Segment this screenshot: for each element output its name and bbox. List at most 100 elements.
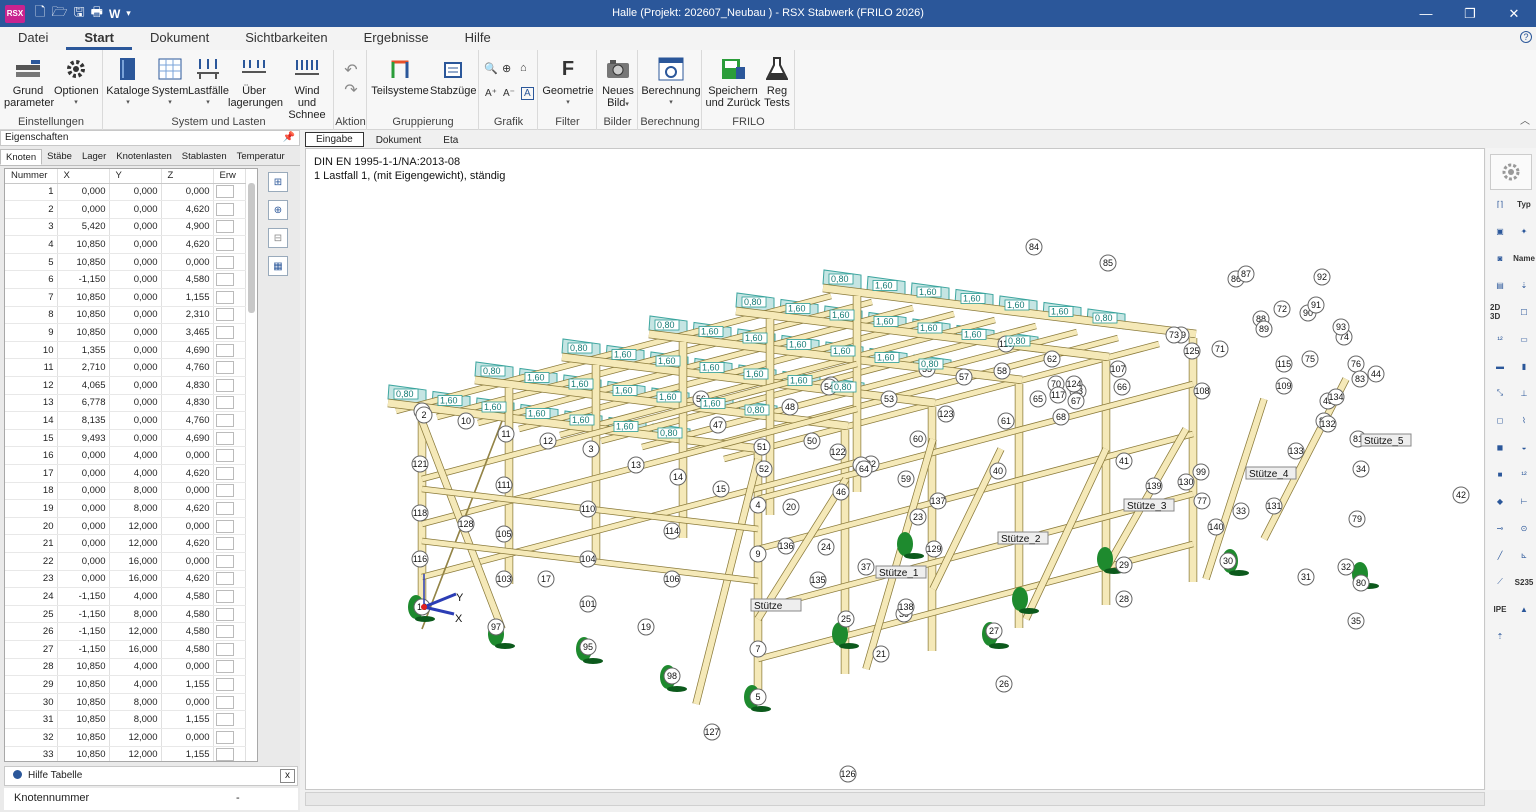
erw-cell[interactable]: [213, 411, 246, 430]
system-button[interactable]: System ▾: [150, 55, 190, 109]
2d3d-icon[interactable]: 2D 3D: [1490, 302, 1510, 322]
table-cell[interactable]: 10,850: [57, 675, 110, 694]
table-row[interactable]: 15 9,493 0,000 4,690: [5, 429, 246, 448]
erw-cell[interactable]: [213, 358, 246, 378]
tab-knotenlasten[interactable]: Knotenlasten: [111, 149, 176, 165]
table-row[interactable]: 19 0,000 8,000 4,620: [5, 499, 246, 518]
erw-cell[interactable]: [213, 622, 246, 641]
erw-checkbox[interactable]: [215, 202, 234, 216]
table-cell[interactable]: 0,000: [109, 376, 162, 395]
erw-cell[interactable]: [213, 517, 246, 536]
kataloge-button[interactable]: Kataloge ▾: [106, 55, 150, 109]
table-cell[interactable]: 4,065: [57, 376, 110, 395]
settings-icon[interactable]: [1490, 154, 1532, 190]
table-row[interactable]: 7 10,850 0,000 1,155: [5, 288, 246, 307]
table-cell[interactable]: 10,850: [57, 658, 110, 677]
section-icon[interactable]: IPE: [1490, 599, 1510, 619]
table-cell[interactable]: 1,355: [57, 341, 110, 360]
reg-tests-button[interactable]: Reg Tests: [761, 55, 793, 109]
erw-checkbox[interactable]: [215, 343, 234, 357]
tab-dokument[interactable]: Dokument: [132, 27, 227, 50]
table-cell[interactable]: 5,420: [57, 218, 110, 237]
table-cell[interactable]: -1,150: [57, 605, 110, 624]
structure-view[interactable]: DIN EN 1995-1-1/NA:2013-08 1 Lastfall 1,…: [305, 148, 1485, 790]
table-cell[interactable]: 16: [5, 446, 58, 465]
table-cell[interactable]: 2,310: [161, 306, 214, 325]
erw-checkbox[interactable]: [215, 713, 234, 727]
open-folder-icon[interactable]: 🗁: [51, 3, 67, 25]
table-row[interactable]: 11 2,710 0,000 4,760: [5, 358, 246, 378]
table-cell[interactable]: 4,580: [161, 622, 214, 641]
line-icon[interactable]: ╱: [1490, 545, 1510, 565]
font-icon[interactable]: A: [521, 87, 534, 100]
table-cell[interactable]: 1: [5, 183, 58, 202]
table-cell[interactable]: 0,000: [57, 464, 110, 483]
home-view-icon[interactable]: ⌂: [520, 62, 527, 74]
erw-checkbox[interactable]: [215, 414, 234, 428]
table-cell[interactable]: 1,155: [161, 746, 214, 761]
erw-cell[interactable]: [213, 587, 246, 606]
table-cell[interactable]: 12: [5, 376, 58, 395]
zoom-in-icon[interactable]: ⊕: [502, 62, 511, 75]
table-cell[interactable]: 0,000: [109, 253, 162, 272]
table-cell[interactable]: 25: [5, 605, 58, 624]
erw-checkbox[interactable]: [215, 361, 234, 375]
table-cell[interactable]: 4,620: [161, 499, 214, 518]
table-cell[interactable]: 1,155: [161, 710, 214, 729]
table-row[interactable]: 30 10,850 8,000 0,000: [5, 693, 246, 712]
table-cell[interactable]: 0,000: [161, 482, 214, 501]
diagram-icon[interactable]: ◒: [1514, 437, 1534, 457]
erw-checkbox[interactable]: [215, 695, 234, 709]
table-cell[interactable]: 4,620: [161, 235, 214, 254]
pin-icon[interactable]: 📌: [283, 131, 295, 145]
erw-checkbox[interactable]: [215, 501, 234, 515]
table-cell[interactable]: 8,135: [57, 411, 110, 430]
table-cell[interactable]: 0,000: [109, 341, 162, 360]
ueberlagerungen-button[interactable]: Über lagerungen: [228, 55, 283, 109]
table-row[interactable]: 4 10,850 0,000 4,620: [5, 235, 246, 254]
table-cell[interactable]: 10,850: [57, 693, 110, 712]
tab-knoten[interactable]: Knoten: [0, 149, 43, 165]
table-row[interactable]: 20 0,000 12,000 0,000: [5, 517, 246, 536]
erw-checkbox[interactable]: [215, 255, 234, 269]
table-cell[interactable]: 33: [5, 746, 58, 761]
table-cell[interactable]: 14: [5, 411, 58, 430]
erw-checkbox[interactable]: [215, 748, 234, 761]
doc-icon[interactable]: ▤: [1490, 275, 1510, 295]
structure-3d-drawing[interactable]: 1234579101112131415161719202122232425262…: [306, 149, 1485, 790]
table-row[interactable]: 10 1,355 0,000 4,690: [5, 341, 246, 360]
table-cell[interactable]: 4,000: [109, 446, 162, 465]
table-row[interactable]: 18 0,000 8,000 0,000: [5, 482, 246, 501]
table-row[interactable]: 28 10,850 4,000 0,000: [5, 658, 246, 677]
table-cell[interactable]: 23: [5, 570, 58, 589]
frame-icon[interactable]: ⌈⌉: [1490, 194, 1510, 214]
table-cell[interactable]: 17: [5, 464, 58, 483]
berechnung-button[interactable]: Berechnung ▾: [641, 55, 701, 109]
redo-button[interactable]: ↷: [339, 82, 363, 102]
square-icon[interactable]: ☐: [1514, 302, 1534, 322]
cube-dark-icon[interactable]: ■: [1490, 464, 1510, 484]
tab-staebe[interactable]: Stäbe: [42, 149, 77, 165]
table-cell[interactable]: 0,000: [109, 235, 162, 254]
delete-row-icon[interactable]: ⊟: [268, 228, 288, 248]
table-cell[interactable]: 3,465: [161, 323, 214, 342]
erw-cell[interactable]: [213, 640, 246, 659]
table-cell[interactable]: 0,000: [161, 517, 214, 536]
table-row[interactable]: 27 -1,150 16,000 4,580: [5, 640, 246, 659]
table-cell[interactable]: 0,000: [161, 552, 214, 571]
panel-icon[interactable]: ▭: [1514, 329, 1534, 349]
table-cell[interactable]: 0,000: [161, 446, 214, 465]
column-header[interactable]: Z: [161, 169, 214, 184]
table-row[interactable]: 26 -1,150 12,000 4,580: [5, 622, 246, 641]
table-row[interactable]: 1 0,000 0,000 0,000: [5, 183, 246, 202]
font-larger-icon[interactable]: A⁺: [485, 88, 497, 99]
tab-sichtbarkeiten[interactable]: Sichtbarkeiten: [227, 27, 345, 50]
table-cell[interactable]: 4,620: [161, 200, 214, 219]
dim-icon[interactable]: ⊢: [1514, 491, 1534, 511]
table-cell[interactable]: 0,000: [161, 183, 214, 202]
table-row[interactable]: 25 -1,150 8,000 4,580: [5, 605, 246, 624]
help-icon[interactable]: ?: [1520, 31, 1532, 43]
table-cell[interactable]: 4,620: [161, 534, 214, 553]
add-row-icon[interactable]: ⊕: [268, 200, 288, 220]
table-cell[interactable]: 18: [5, 482, 58, 501]
